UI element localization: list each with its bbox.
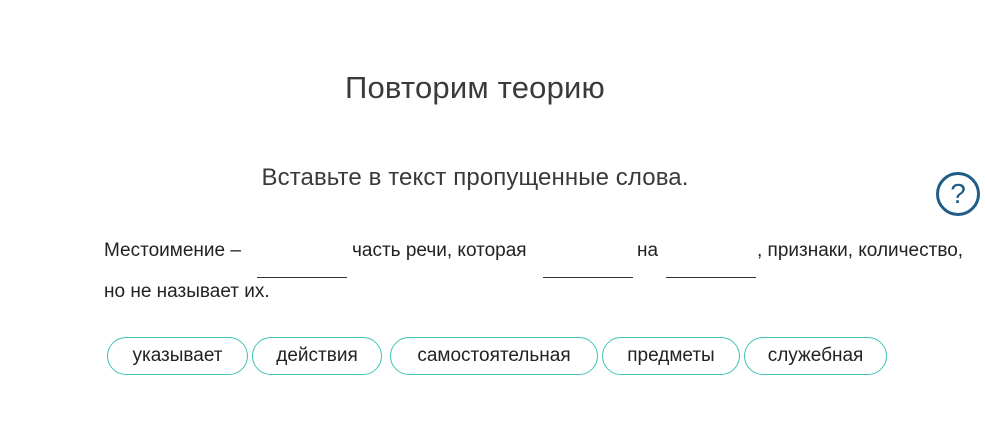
option-chip[interactable]: указывает <box>107 337 248 375</box>
blank-slot-1[interactable] <box>257 277 347 278</box>
text-segment-2: часть речи, которая <box>352 240 527 261</box>
text-segment-1: Местоимение – <box>104 240 241 261</box>
blank-slot-2[interactable] <box>543 277 633 278</box>
text-segment-3: на <box>637 240 659 261</box>
text-segment-4: , признаки, количество, <box>757 240 964 261</box>
help-button[interactable]: ? <box>936 172 980 216</box>
page-title: Повторим теорию <box>344 70 606 105</box>
text-segment-5: но не называет их. <box>104 281 270 302</box>
option-chip[interactable]: служебная <box>744 337 887 375</box>
blank-slot-3[interactable] <box>666 277 756 278</box>
task-instruction: Вставьте в текст пропущенные слова. <box>261 164 689 191</box>
option-chip[interactable]: действия <box>252 337 382 375</box>
option-chip[interactable]: самостоятельная <box>390 337 598 375</box>
option-chip[interactable]: предметы <box>602 337 740 375</box>
question-circle-icon: ? <box>950 178 966 209</box>
